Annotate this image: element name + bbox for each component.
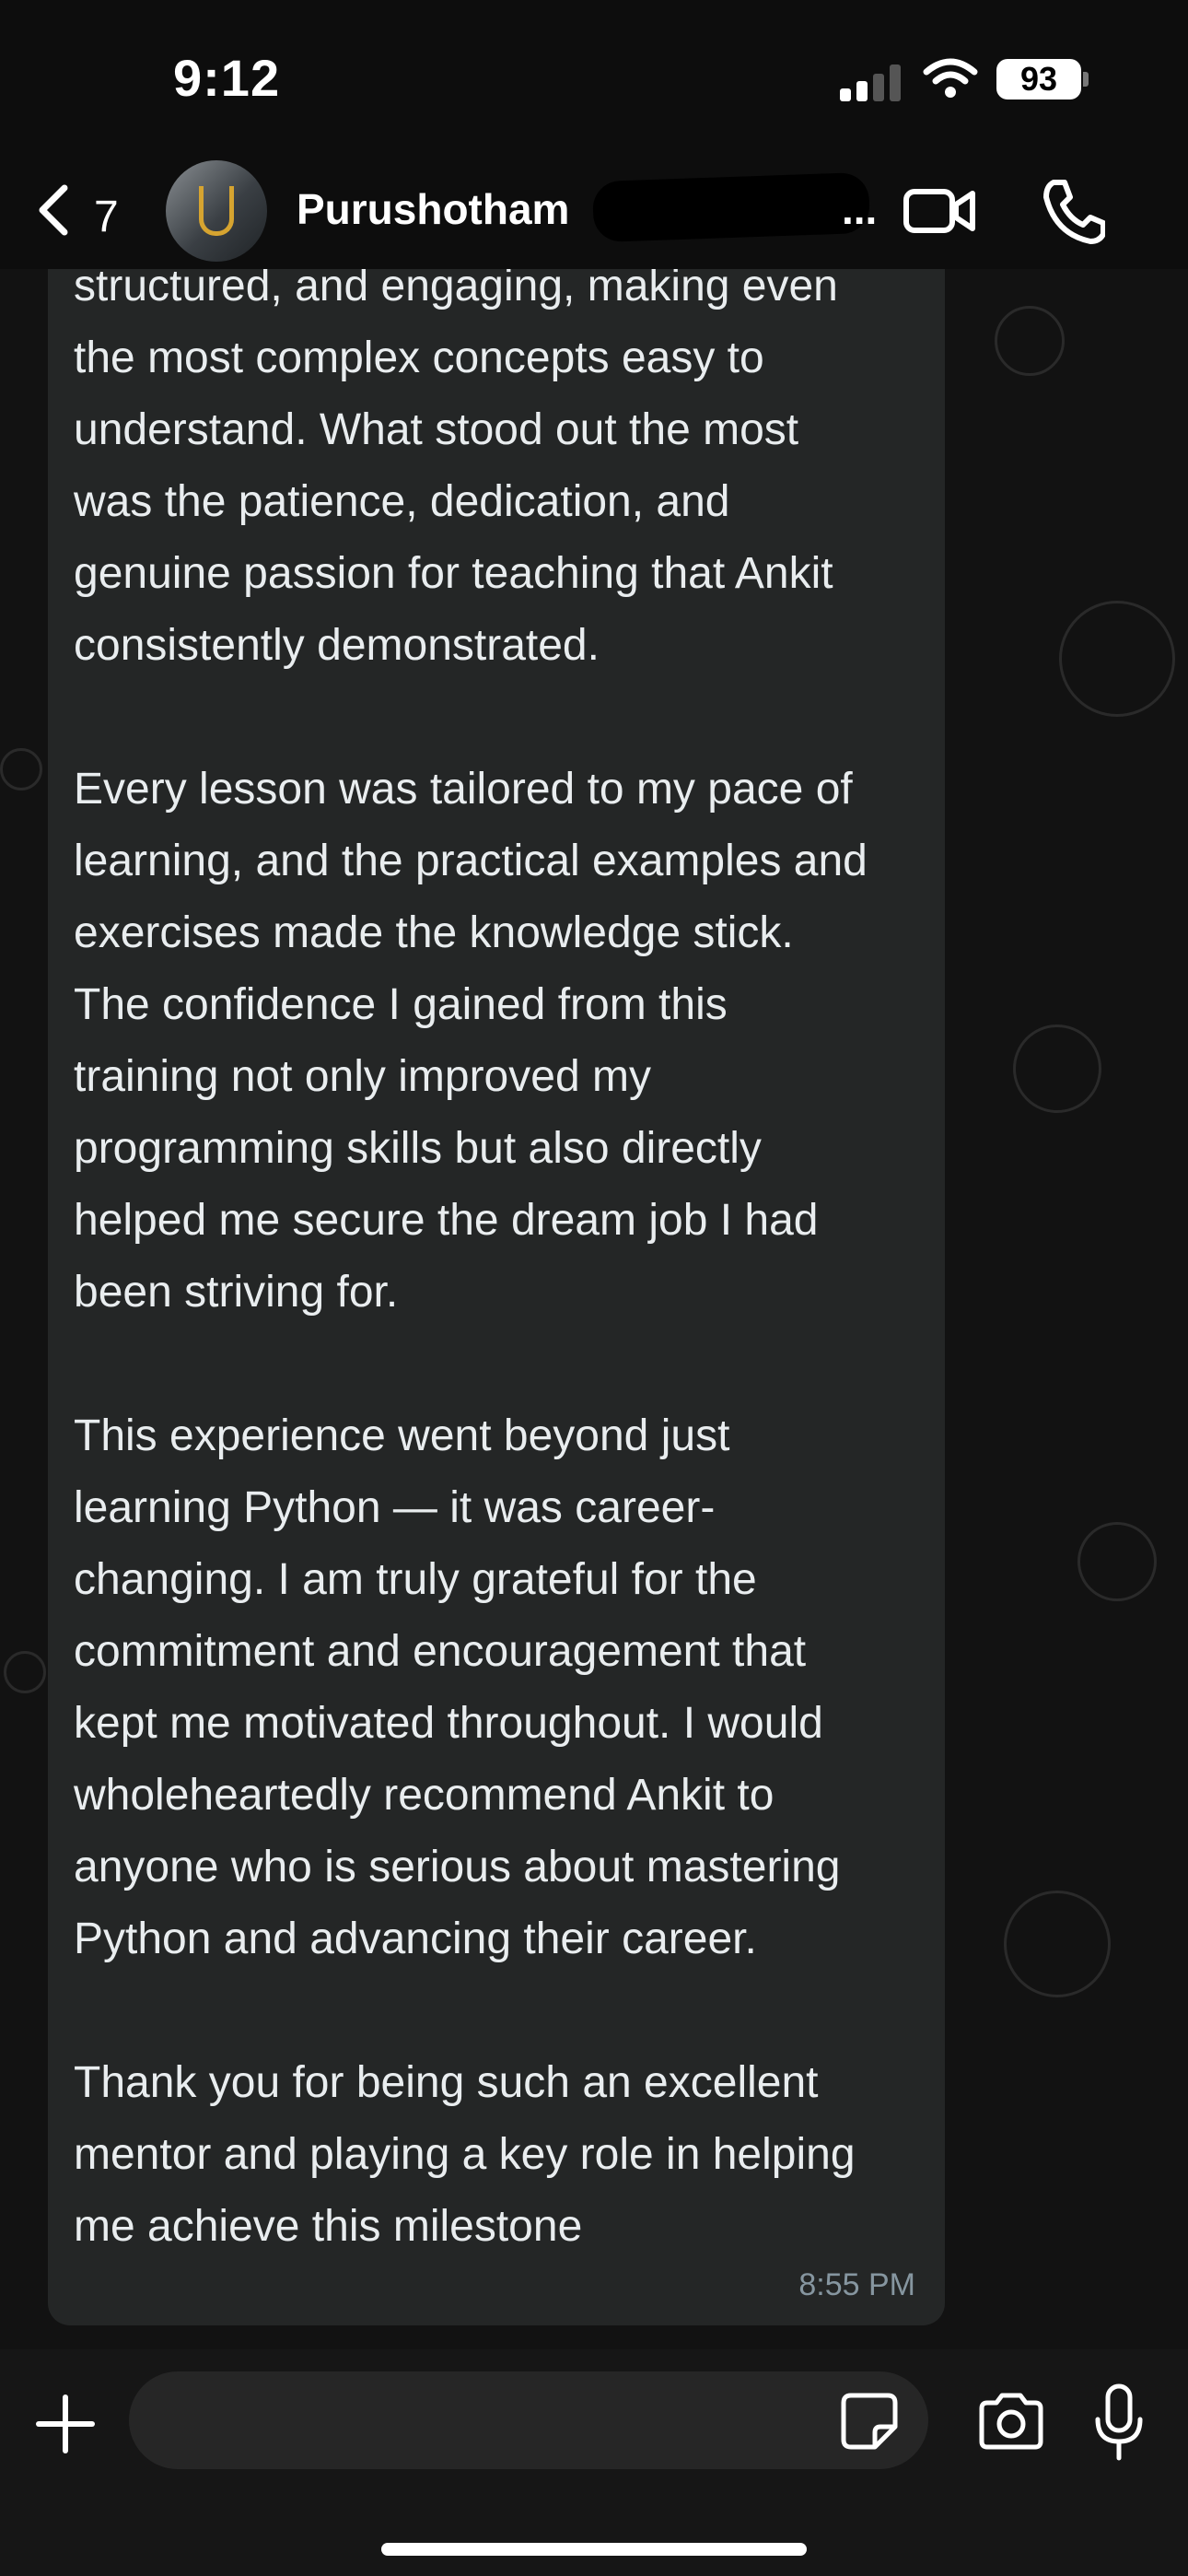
message-timestamp: 8:55 PM	[798, 2267, 915, 2302]
status-bar: 9:12 93	[0, 0, 1188, 157]
wallpaper-doodle	[1059, 601, 1175, 717]
chevron-left-icon	[39, 184, 68, 236]
unread-count: 7	[94, 193, 119, 241]
contact-name[interactable]: Purushotham	[297, 184, 569, 234]
chat-area[interactable]: structured, and engaging, making even th…	[0, 269, 1188, 2349]
name-ellipsis: ...	[842, 185, 878, 233]
microphone-icon	[1095, 2383, 1143, 2461]
plus-icon	[36, 2395, 95, 2453]
wallpaper-doodle	[1004, 1891, 1111, 1997]
sticker-button[interactable]	[840, 2392, 899, 2451]
avatar-image	[199, 186, 234, 236]
wallpaper-doodle	[4, 1651, 46, 1693]
attach-button[interactable]	[33, 2392, 98, 2456]
contact-avatar[interactable]	[166, 160, 267, 262]
camera-button[interactable]	[976, 2390, 1046, 2453]
chat-header: 7 Purushotham ...	[0, 157, 1188, 269]
wallpaper-doodle	[995, 306, 1065, 376]
wallpaper-doodle	[1077, 1522, 1157, 1601]
message-composer	[0, 2349, 1188, 2576]
wallpaper-doodle	[1013, 1025, 1101, 1113]
battery-level: 93	[996, 59, 1081, 100]
sticker-icon	[841, 2393, 898, 2450]
message-bubble[interactable]: structured, and engaging, making even th…	[48, 269, 945, 2325]
back-button[interactable]: 7	[28, 179, 129, 243]
message-input[interactable]	[129, 2371, 928, 2469]
redaction-mark	[591, 171, 871, 243]
video-call-button[interactable]	[903, 179, 976, 243]
phone-icon	[1043, 180, 1105, 244]
home-indicator[interactable]	[381, 2543, 807, 2556]
cellular-signal-icon	[840, 64, 904, 101]
video-camera-icon	[903, 189, 975, 233]
wallpaper-doodle	[0, 748, 42, 790]
status-time: 9:12	[173, 49, 281, 107]
message-text: structured, and engaging, making even th…	[74, 269, 868, 2251]
battery-icon	[1083, 72, 1089, 87]
voice-message-button[interactable]	[1092, 2383, 1146, 2462]
wifi-icon	[923, 58, 978, 98]
camera-icon	[979, 2393, 1043, 2450]
voice-call-button[interactable]	[1041, 177, 1105, 245]
